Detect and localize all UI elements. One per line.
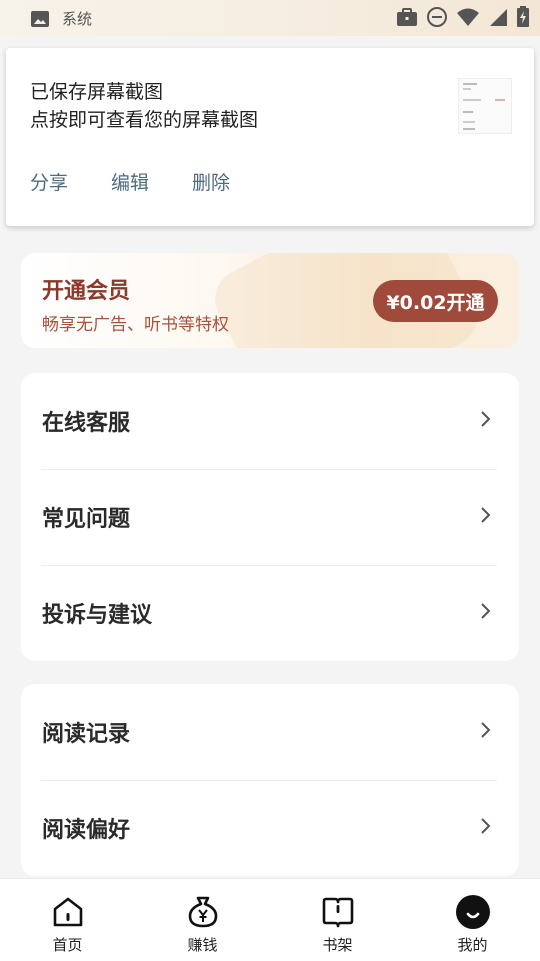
work-icon [396,7,418,31]
menu-item-label: 阅读偏好 [42,818,131,843]
menu-item-label: 常见问题 [42,507,131,532]
menu-item-reading-history[interactable]: 阅读记录 [21,684,519,780]
menu-group-support: 在线客服 常见问题 投诉与建议 [21,373,519,661]
nav-tab-home[interactable]: 首页 [0,879,135,961]
status-bar: 系统 [0,0,540,36]
status-bar-right [396,6,530,32]
signal-icon [488,7,508,31]
chevron-right-icon [481,818,491,834]
menu-item-online-service[interactable]: 在线客服 [21,373,519,469]
vip-title: 开通会员 [42,279,131,304]
menu-item-label: 阅读记录 [42,722,131,747]
menu-item-faq[interactable]: 常见问题 [21,469,519,565]
nav-label: 我的 [457,936,488,954]
bottom-navigation: 首页 赚钱 书架 我的 [0,878,540,961]
menu-item-reading-preferences[interactable]: 阅读偏好 [21,780,519,876]
chevron-right-icon [481,411,491,427]
vip-membership-banner[interactable]: 开通会员 畅享无广告、听书等特权 ¥0.02开通 [21,253,519,348]
vip-subscribe-button[interactable]: ¥0.02开通 [373,280,498,322]
book-icon [322,897,353,928]
menu-group-reading: 阅读记录 阅读偏好 [21,684,519,876]
menu-item-label: 在线客服 [42,411,131,436]
wifi-icon [456,7,480,31]
money-bag-icon [188,896,217,928]
status-bar-left: 系统 [30,8,92,29]
nav-label: 赚钱 [187,936,218,954]
chevron-right-icon [481,507,491,523]
nav-label: 书架 [322,936,353,954]
do-not-disturb-icon [426,6,448,32]
nav-label: 首页 [52,936,83,954]
menu-item-feedback[interactable]: 投诉与建议 [21,565,519,661]
nav-tab-earn[interactable]: 赚钱 [135,879,270,961]
menu-item-label: 投诉与建议 [42,603,153,628]
screenshot-thumbnail[interactable] [458,78,512,134]
status-source-label: 系统 [62,10,93,28]
share-button[interactable]: 分享 [30,168,68,195]
notification-title: 已保存屏幕截图 [30,81,164,103]
chevron-right-icon [481,603,491,619]
nav-tab-profile[interactable]: 我的 [405,879,540,961]
profile-icon [455,895,490,929]
edit-button[interactable]: 编辑 [111,168,149,195]
delete-button[interactable]: 删除 [192,168,230,195]
screenshot-notification[interactable]: 已保存屏幕截图 点按即可查看您的屏幕截图 分享 编辑 删除 [6,48,534,226]
battery-charging-icon [516,6,530,32]
chevron-right-icon [481,722,491,738]
vip-subtitle: 畅享无广告、听书等特权 [42,315,229,335]
image-icon [30,9,50,29]
notification-actions: 分享 编辑 删除 [30,168,273,195]
home-icon [53,897,82,927]
nav-tab-bookshelf[interactable]: 书架 [270,879,405,961]
notification-text: 点按即可查看您的屏幕截图 [30,109,259,131]
